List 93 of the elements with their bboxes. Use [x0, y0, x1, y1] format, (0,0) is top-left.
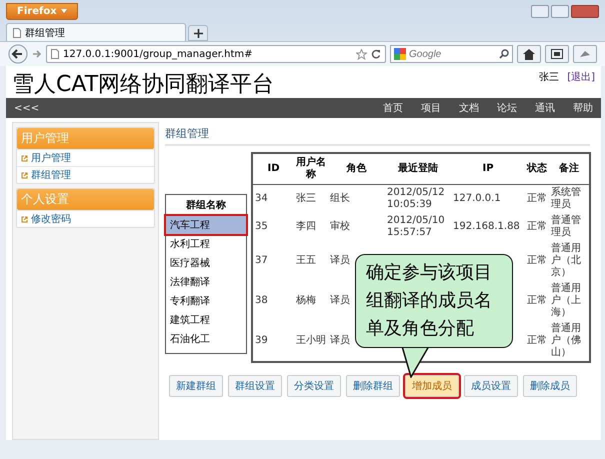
action-button[interactable]: 分类设置 — [287, 375, 341, 397]
table-cell: 普通用户（佛山） — [551, 323, 581, 358]
table-cell: 正常 — [527, 255, 547, 266]
column-header: 最近登陆 — [385, 153, 451, 184]
search-input[interactable]: Google — [409, 48, 496, 60]
column-header: 备注 — [549, 153, 590, 184]
group-list-heading: 群组名称 — [185, 198, 227, 213]
sidebar-section-title: 用户管理 — [17, 128, 154, 149]
search-engine-icon — [394, 48, 406, 60]
table-cell: 正常 — [527, 221, 547, 232]
table-cell: 普通管理员 — [551, 215, 581, 238]
reload-icon[interactable] — [371, 49, 381, 59]
callout-pointer — [401, 346, 431, 378]
table-cell: 2012/05/12 10:05:39 — [387, 187, 445, 210]
table-cell: 普通用户（上海） — [551, 283, 581, 318]
group-item[interactable]: 建筑工程 — [166, 311, 246, 329]
table-cell: 普通用户（北京） — [551, 243, 581, 278]
action-button[interactable]: 删除成员 — [523, 375, 577, 397]
table-cell: 127.0.0.1 — [453, 193, 501, 204]
nav-link[interactable]: 论坛 — [497, 101, 517, 115]
home-button[interactable] — [517, 45, 541, 63]
group-item[interactable]: 石油化工 — [166, 330, 246, 348]
table-cell: 192.168.1.88 — [453, 221, 520, 232]
table-cell: 审校 — [330, 221, 350, 232]
collapse-link[interactable]: <<< — [14, 102, 40, 114]
home-icon — [523, 48, 535, 60]
table-cell: 38 — [255, 295, 268, 306]
column-header: 角色 — [328, 153, 385, 184]
sidebar-section-title: 个人设置 — [17, 189, 154, 210]
logout-link[interactable]: [退出] — [567, 70, 595, 84]
page-title: 群组管理 — [165, 126, 590, 146]
group-item[interactable]: 水利工程 — [166, 235, 246, 253]
table-cell: 张三 — [296, 193, 316, 204]
table-cell: 李四 — [296, 221, 316, 232]
link-icon — [21, 172, 28, 178]
nav-link[interactable]: 首页 — [383, 101, 403, 115]
group-item[interactable]: 医疗器械 — [166, 254, 246, 272]
bookmarks-icon — [551, 49, 563, 59]
forward-icon[interactable] — [32, 49, 42, 59]
table-cell: 2012/05/10 15:57:57 — [387, 215, 445, 238]
nav-link[interactable]: 文档 — [459, 101, 479, 115]
table-cell: 译员 — [330, 255, 350, 266]
action-button[interactable]: 成员设置 — [464, 375, 518, 397]
table-cell: 译员 — [330, 295, 350, 306]
action-button[interactable]: 新建群组 — [169, 375, 223, 397]
sidebar-item[interactable]: 用户管理 — [17, 149, 154, 166]
nav-link[interactable]: 帮助 — [573, 101, 593, 115]
search-icon[interactable] — [499, 49, 509, 59]
sidebar-item[interactable]: 群组管理 — [17, 166, 154, 183]
group-item[interactable]: 专利翻译 — [166, 292, 246, 310]
table-cell: 39 — [255, 335, 268, 346]
nav-link[interactable]: 通讯 — [535, 101, 555, 115]
page-icon — [13, 28, 21, 38]
user-name: 张三 — [539, 70, 560, 84]
column-header: IP — [451, 153, 525, 184]
table-cell: 34 — [255, 193, 268, 204]
action-button[interactable]: 增加成员 — [405, 375, 459, 397]
plus-icon — [194, 28, 202, 38]
table-cell: 正常 — [527, 295, 547, 306]
sidebar-item[interactable]: 修改密码 — [17, 210, 154, 227]
action-button[interactable]: 群组设置 — [228, 375, 282, 397]
callout: 确定参与该项目组翻译的成员名单及角色分配 — [355, 254, 513, 348]
table-cell: 37 — [255, 255, 268, 266]
table-cell: 35 — [255, 221, 268, 232]
table-cell: 正常 — [527, 335, 547, 346]
group-item[interactable]: 法律翻译 — [166, 273, 246, 291]
table-cell: 译员 — [330, 335, 350, 346]
browser-tab[interactable]: 群组管理 — [6, 23, 186, 41]
caret-icon — [60, 9, 67, 13]
link-icon — [21, 216, 28, 222]
table-cell: 王小明 — [296, 335, 326, 346]
address-field[interactable]: 127.0.0.1:9001/group_manager.htm# — [46, 45, 386, 63]
page-icon — [51, 49, 59, 59]
column-header: 用户名称 — [294, 153, 328, 184]
bookmarks-button[interactable] — [545, 45, 569, 63]
table-cell: 组长 — [330, 193, 350, 204]
back-icon[interactable] — [8, 44, 28, 64]
action-button[interactable]: 删除群组 — [346, 375, 400, 397]
column-header: 状态 — [525, 153, 549, 184]
close-button[interactable] — [571, 4, 599, 18]
site-title: 雪人CAT网络协同翻译平台 — [12, 72, 276, 98]
column-header: ID — [252, 153, 294, 184]
add-on-icon — [579, 49, 591, 59]
table-cell: 正常 — [527, 193, 547, 204]
search-field[interactable]: Google — [390, 45, 513, 63]
table-cell: 杨梅 — [296, 295, 316, 306]
nav-link[interactable]: 项目 — [421, 101, 441, 115]
table-cell: 系统管理员 — [551, 187, 581, 210]
star-icon[interactable] — [356, 48, 367, 60]
new-tab-button[interactable] — [188, 25, 208, 41]
group-item[interactable]: 汽车工程 — [166, 216, 246, 234]
link-icon — [21, 154, 28, 162]
table-cell: 王五 — [296, 255, 316, 266]
